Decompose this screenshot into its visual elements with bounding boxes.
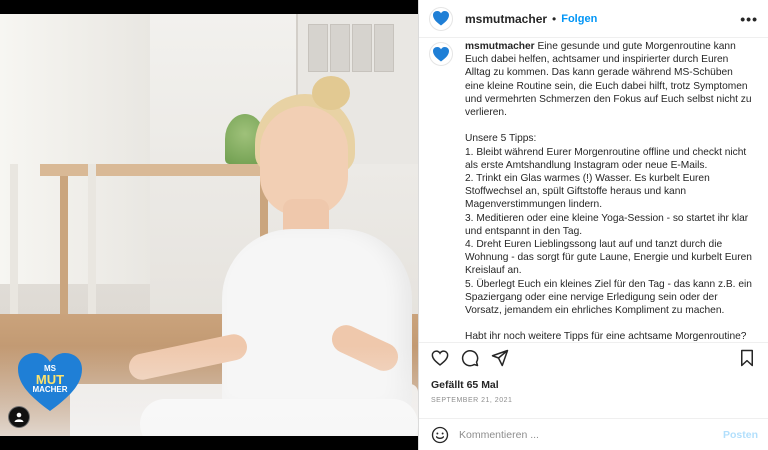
likes-count[interactable]: Gefällt 65 Mal (431, 379, 499, 391)
share-icon[interactable] (489, 347, 511, 369)
separator-dot: • (552, 11, 557, 26)
comment-icon[interactable] (459, 347, 481, 369)
comment-input[interactable] (457, 427, 723, 442)
caption-text: msmutmacher Eine gesunde und gute Morgen… (465, 40, 754, 341)
post-sidebar: msmutmacher • Folgen ••• msmutmacher Ein… (418, 0, 768, 450)
caption-body: Eine gesunde und gute Morgenroutine kann… (465, 41, 752, 341)
instagram-post-view: MS MUT MACHER msmutmacher • Folgen ••• m… (0, 0, 768, 450)
user-tag-icon[interactable] (8, 406, 30, 428)
heart-icon[interactable] (429, 347, 451, 369)
comment-bar: Posten (419, 418, 768, 450)
caption-avatar[interactable] (429, 42, 453, 66)
heart-avatar-icon (433, 46, 449, 61)
caption-author[interactable]: msmutmacher (465, 41, 535, 52)
action-bar (419, 342, 768, 372)
post-media[interactable]: MS MUT MACHER (0, 0, 418, 450)
post-header: msmutmacher • Folgen ••• (419, 0, 768, 38)
post-date: SEPTEMBER 21, 2021 (431, 397, 513, 404)
caption-area[interactable]: msmutmacher Eine gesunde und gute Morgen… (419, 38, 768, 341)
follow-button[interactable]: Folgen (561, 13, 597, 25)
hair-bun (312, 76, 350, 110)
ms-mutmacher-logo: MS MUT MACHER (18, 353, 82, 413)
bookmark-icon[interactable] (736, 347, 758, 369)
logo-line-macher: MACHER (32, 385, 68, 394)
chair (10, 164, 96, 334)
emoji-icon[interactable] (429, 424, 451, 446)
author-handle[interactable]: msmutmacher (465, 12, 547, 26)
heart-avatar-icon (433, 11, 449, 26)
avatar[interactable] (429, 6, 453, 31)
post-comment-button[interactable]: Posten (723, 429, 758, 441)
more-icon[interactable]: ••• (740, 11, 758, 27)
